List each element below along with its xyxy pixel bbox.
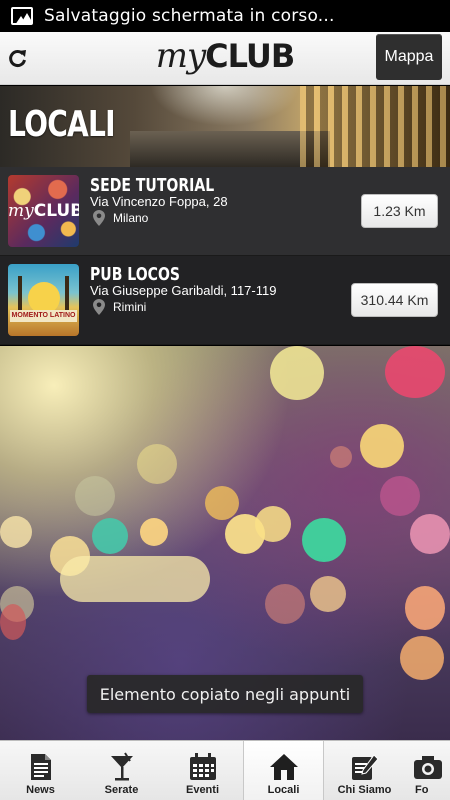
bokeh-light — [60, 556, 210, 602]
venue-list: myCLUB SEDE TUTORIAL Via Vincenzo Foppa,… — [0, 167, 450, 345]
app-header: myCLUB Mappa — [0, 32, 450, 85]
nav-item-eventi[interactable]: Eventi — [162, 741, 243, 800]
bokeh-light — [400, 636, 444, 680]
bokeh-light — [330, 446, 352, 468]
status-text: Salvataggio schermata in corso... — [44, 6, 335, 26]
status-bar: Salvataggio schermata in corso... — [0, 0, 450, 32]
banner-shelves — [300, 86, 450, 167]
venue-name: SEDE TUTORIAL — [90, 175, 215, 196]
venue-city-row: Milano — [93, 210, 148, 226]
nav-label: Chi Siamo — [337, 784, 392, 796]
nav-item-serate[interactable]: Serate — [81, 741, 162, 800]
map-button[interactable]: Mappa — [376, 34, 442, 80]
thumbnail-logo-my: my — [8, 201, 34, 221]
bokeh-light — [0, 516, 32, 548]
bokeh-light — [380, 476, 420, 516]
logo-club: CLUB — [205, 37, 295, 75]
bokeh-light — [270, 346, 324, 400]
nav-label: Eventi — [185, 784, 219, 796]
venue-address: Via Vincenzo Foppa, 28 — [90, 194, 228, 209]
distance-button[interactable]: 1.23 Km — [361, 194, 438, 228]
bokeh-light — [255, 506, 291, 542]
bokeh-light — [410, 514, 450, 554]
banner-light — [150, 86, 300, 126]
venue-city-row: Rimini — [93, 299, 146, 315]
bokeh-light — [265, 584, 305, 624]
venue-thumbnail: MOMENTO LATINO — [8, 264, 79, 336]
logo-my: my — [155, 36, 206, 76]
page-title: LOCALI — [8, 104, 116, 145]
bokeh-light — [205, 486, 239, 520]
cocktail-icon — [107, 752, 137, 782]
location-pin-icon — [93, 210, 105, 226]
venue-address: Via Giuseppe Garibaldi, 117-119 — [90, 283, 277, 298]
bokeh-light — [310, 576, 346, 612]
toast-message: Elemento copiato negli appunti — [87, 675, 363, 713]
nav-item-foto[interactable]: Fo — [405, 741, 450, 800]
bokeh-light — [385, 346, 445, 398]
thumbnail-ribbon: MOMENTO LATINO — [10, 310, 77, 322]
bokeh-light — [92, 518, 128, 554]
venue-name: PUB LOCOS — [90, 264, 181, 285]
bokeh-light — [405, 586, 445, 630]
nav-label: Fo — [415, 784, 429, 796]
image-icon — [11, 7, 33, 25]
nav-item-news[interactable]: News — [0, 741, 81, 800]
bokeh-light — [302, 518, 346, 562]
nav-item-locali[interactable]: Locali — [243, 741, 324, 800]
bokeh-light — [137, 444, 177, 484]
thumbnail-logo: myCLUB — [8, 201, 79, 221]
section-banner: LOCALI — [0, 86, 450, 167]
venue-thumbnail: myCLUB — [8, 175, 79, 247]
venue-city: Rimini — [113, 300, 147, 314]
bottom-nav: News Serate Eventi Locali Chi Siamo Fo — [0, 740, 450, 800]
distance-button[interactable]: 310.44 Km — [351, 283, 438, 317]
location-pin-icon — [93, 299, 105, 315]
nav-label: News — [26, 784, 55, 796]
bokeh-light — [0, 604, 26, 640]
calendar-icon — [188, 752, 218, 782]
home-icon — [269, 752, 299, 782]
notepad-pencil-icon — [350, 752, 380, 782]
document-icon — [26, 752, 56, 782]
bokeh-light — [75, 476, 115, 516]
nav-item-chi-siamo[interactable]: Chi Siamo — [324, 741, 405, 800]
venue-item[interactable]: MOMENTO LATINO PUB LOCOS Via Giuseppe Ga… — [0, 256, 450, 345]
thumbnail-logo-club: CLUB — [33, 201, 79, 221]
venue-city: Milano — [113, 211, 149, 225]
bokeh-light — [140, 518, 168, 546]
camera-icon — [413, 752, 443, 782]
nav-label: Locali — [267, 784, 300, 796]
nav-label: Serate — [104, 784, 139, 796]
venue-item[interactable]: myCLUB SEDE TUTORIAL Via Vincenzo Foppa,… — [0, 167, 450, 256]
bokeh-light — [360, 424, 404, 468]
